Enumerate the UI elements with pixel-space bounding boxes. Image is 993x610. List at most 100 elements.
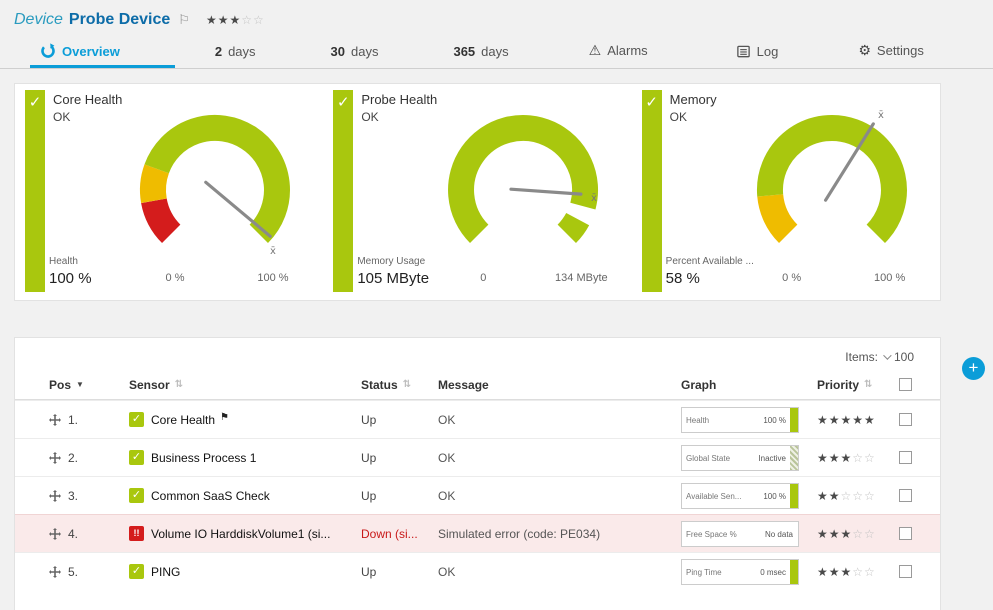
gauge-status: OK bbox=[53, 110, 70, 124]
status-bar-ok: ✓ bbox=[333, 90, 353, 292]
row-position: 4. bbox=[68, 527, 78, 541]
row-position: 2. bbox=[68, 451, 78, 465]
ok-icon: ✓ bbox=[129, 450, 144, 465]
tab-2-days[interactable]: 2 days bbox=[205, 44, 266, 68]
column-header-sensor[interactable]: Sensor ⇅ bbox=[129, 378, 361, 392]
gauge-status: OK bbox=[361, 110, 378, 124]
device-titlebar: Device Probe Device ⚐ ★★★☆☆ bbox=[0, 0, 993, 32]
column-header-priority[interactable]: Priority ⇅ bbox=[817, 378, 899, 392]
gauge-probe-health: ✓ Probe Health OK x̄ Memory Usage 105 MB… bbox=[323, 84, 631, 300]
probe-health-gauge: x̄ bbox=[423, 100, 623, 270]
mini-graph[interactable]: Health 100 % bbox=[681, 407, 799, 433]
priority-stars[interactable]: ★★★★★ bbox=[817, 413, 899, 427]
memory-gauge: x̄ bbox=[732, 100, 932, 270]
move-handle-icon[interactable] bbox=[49, 414, 61, 426]
row-position: 1. bbox=[68, 413, 78, 427]
stars-filled: ★★★ bbox=[206, 13, 241, 27]
sort-icon: ⇅ bbox=[864, 379, 872, 390]
priority-stars[interactable]: ★★★☆☆ bbox=[817, 527, 899, 541]
move-handle-icon[interactable] bbox=[49, 452, 61, 464]
gauge-memory: ✓ Memory OK x̄ Percent Available ... 58 … bbox=[632, 84, 940, 300]
mean-marker: x̄ bbox=[270, 246, 276, 257]
check-icon: ✓ bbox=[645, 94, 658, 111]
sensor-link[interactable]: !! Volume IO HarddiskVolume1 (si... bbox=[129, 526, 361, 541]
row-checkbox[interactable] bbox=[899, 527, 912, 540]
sensor-link[interactable]: ✓ Common SaaS Check bbox=[129, 488, 361, 503]
column-label: Priority bbox=[817, 378, 859, 392]
graph-label: Ping Time bbox=[686, 568, 722, 577]
check-icon: ✓ bbox=[29, 94, 42, 111]
core-health-gauge: x̄ bbox=[115, 100, 315, 270]
mean-marker: x̄ bbox=[878, 110, 884, 121]
row-checkbox[interactable] bbox=[899, 565, 912, 578]
gauge-metric-value: 58 % bbox=[666, 270, 700, 287]
stars-empty: ☆☆ bbox=[241, 13, 265, 27]
table-row: 1. ✓ Core Health ⚑ Up OK Health 100 % ★★… bbox=[15, 400, 940, 438]
tab-30-days[interactable]: 30 days bbox=[321, 44, 389, 68]
gauge-scale-min: 0 % bbox=[764, 272, 820, 284]
move-handle-icon[interactable] bbox=[49, 528, 61, 540]
tab-settings[interactable]: ⚙ Settings bbox=[848, 42, 934, 68]
mini-graph[interactable]: Global State Inactive bbox=[681, 445, 799, 471]
gauge-scale-min: 0 bbox=[455, 272, 511, 284]
mini-graph[interactable]: Free Space % No data bbox=[681, 521, 799, 547]
column-label: Sensor bbox=[129, 378, 170, 392]
gauge-scale-min: 0 % bbox=[147, 272, 203, 284]
sensor-link[interactable]: ✓ Business Process 1 bbox=[129, 450, 361, 465]
page-title: Probe Device bbox=[69, 11, 170, 29]
sensor-link[interactable]: ✓ Core Health ⚑ bbox=[129, 412, 361, 427]
column-label: Pos bbox=[49, 378, 71, 392]
graph-value: 100 % bbox=[763, 492, 786, 501]
row-position: 3. bbox=[68, 489, 78, 503]
status-bar-ok: ✓ bbox=[25, 90, 45, 292]
sensor-status: Up bbox=[361, 413, 438, 427]
move-handle-icon[interactable] bbox=[49, 566, 61, 578]
sensor-message: Simulated error (code: PE034) bbox=[438, 527, 681, 541]
tab-bar: Overview 2 days 30 days 365 days ⚠ Alarm… bbox=[0, 32, 993, 69]
gauge-metric-value: 105 MByte bbox=[357, 270, 429, 287]
select-all-checkbox[interactable] bbox=[899, 378, 912, 391]
graph-value: 100 % bbox=[763, 416, 786, 425]
flag-icon[interactable]: ⚐ bbox=[178, 12, 190, 28]
column-label: Graph bbox=[681, 378, 716, 392]
ok-icon: ✓ bbox=[129, 564, 144, 579]
row-checkbox[interactable] bbox=[899, 413, 912, 426]
gauge-title: Memory bbox=[670, 92, 717, 107]
sensor-name: Common SaaS Check bbox=[151, 489, 270, 503]
table-header-row: Pos ▼ Sensor ⇅ Status ⇅ Message Graph Pr… bbox=[15, 370, 940, 400]
mini-graph[interactable]: Available Sen... 100 % bbox=[681, 483, 799, 509]
error-icon: !! bbox=[129, 526, 144, 541]
sensor-status: Up bbox=[361, 489, 438, 503]
mini-graph[interactable]: Ping Time 0 msec bbox=[681, 559, 799, 585]
graph-bar bbox=[790, 446, 798, 470]
tab-log[interactable]: Log bbox=[726, 44, 789, 68]
tab-unit: days bbox=[228, 44, 255, 59]
tab-overview[interactable]: Overview bbox=[30, 43, 175, 68]
gauge-metric-label: Percent Available ... bbox=[666, 256, 754, 267]
gauge-metric-value: 100 % bbox=[49, 270, 92, 287]
priority-stars[interactable]: ★★☆☆☆ bbox=[817, 489, 899, 503]
graph-value: No data bbox=[765, 530, 793, 539]
column-header-pos[interactable]: Pos ▼ bbox=[49, 378, 129, 392]
row-position: 5. bbox=[68, 565, 78, 579]
check-icon: ✓ bbox=[337, 94, 350, 111]
items-count-selector[interactable]: Items: 100 bbox=[15, 338, 940, 370]
move-handle-icon[interactable] bbox=[49, 490, 61, 502]
device-priority-stars[interactable]: ★★★☆☆ bbox=[206, 13, 265, 27]
sensor-name: Business Process 1 bbox=[151, 451, 256, 465]
column-header-graph[interactable]: Graph bbox=[681, 378, 817, 392]
column-header-status[interactable]: Status ⇅ bbox=[361, 378, 438, 392]
row-checkbox[interactable] bbox=[899, 451, 912, 464]
add-button[interactable]: + bbox=[962, 357, 985, 380]
priority-stars[interactable]: ★★★☆☆ bbox=[817, 451, 899, 465]
gauge-metric-label: Health bbox=[49, 256, 78, 267]
sensor-link[interactable]: ✓ PING bbox=[129, 564, 361, 579]
table-row: 5. ✓ PING Up OK Ping Time 0 msec ★★★☆☆ bbox=[15, 552, 940, 590]
items-label: Items: bbox=[845, 350, 878, 364]
mean-marker: x̄ bbox=[591, 193, 597, 204]
priority-stars[interactable]: ★★★☆☆ bbox=[817, 565, 899, 579]
tab-365-days[interactable]: 365 days bbox=[443, 44, 518, 68]
row-checkbox[interactable] bbox=[899, 489, 912, 502]
tab-alarms[interactable]: ⚠ Alarms bbox=[579, 42, 658, 68]
column-header-message[interactable]: Message bbox=[438, 378, 681, 392]
